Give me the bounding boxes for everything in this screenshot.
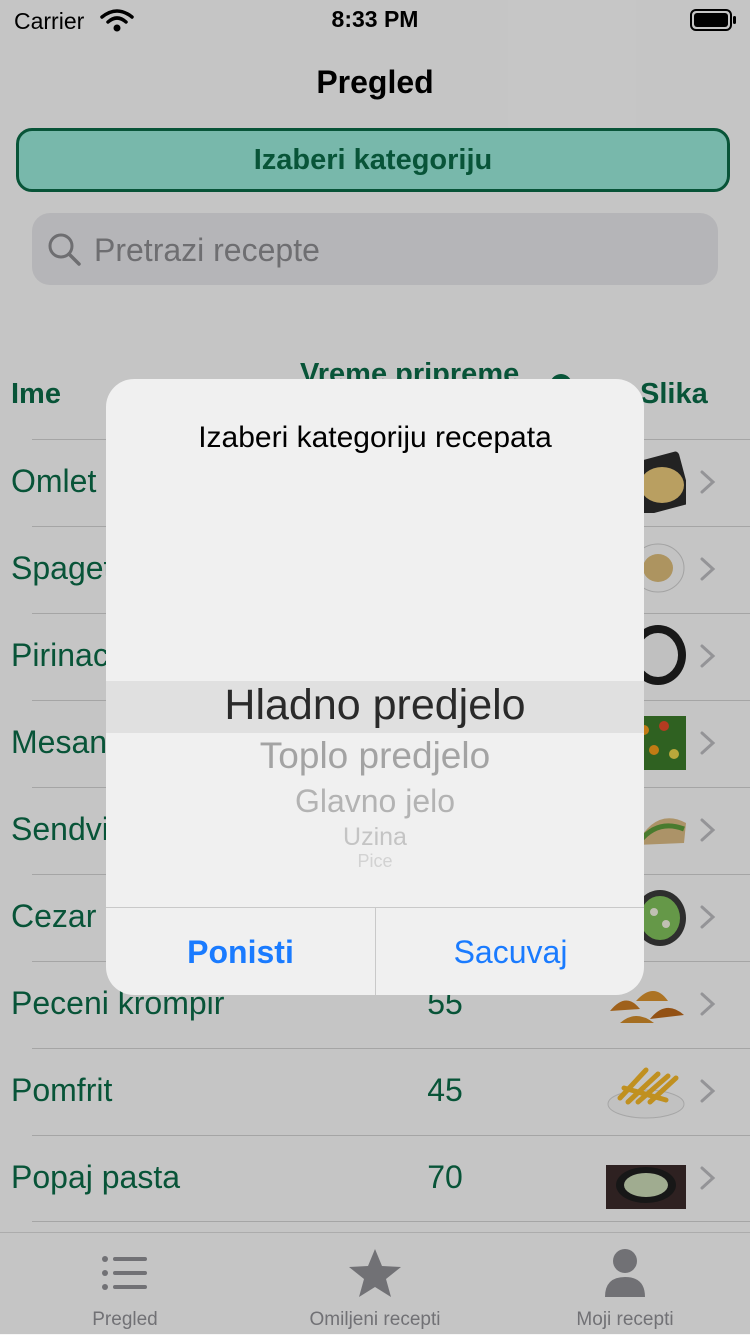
dialog-title: Izaberi kategoriju recepata: [198, 421, 552, 454]
save-button[interactable]: Sacuvaj: [375, 908, 644, 995]
picker-option[interactable]: Pice: [106, 851, 644, 872]
picker-option[interactable]: Glavno jelo: [106, 783, 644, 820]
picker-option-selected[interactable]: Hladno predjelo: [106, 681, 644, 730]
picker-option[interactable]: Uzina: [106, 823, 644, 852]
picker-option[interactable]: Toplo predjelo: [106, 735, 644, 777]
category-picker-dialog: Izaberi kategoriju recepata Hladno predj…: [106, 379, 644, 995]
cancel-button[interactable]: Ponisti: [106, 908, 375, 995]
dialog-actions: Ponisti Sacuvaj: [106, 907, 644, 995]
